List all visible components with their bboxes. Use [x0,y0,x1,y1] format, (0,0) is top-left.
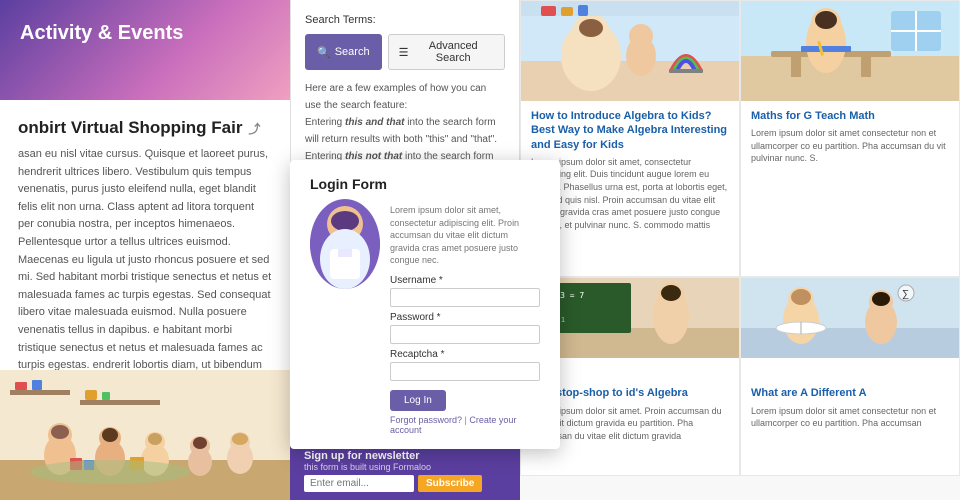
subscribe-button[interactable]: Subscribe [418,475,482,492]
list-icon: ☰ [399,46,409,59]
login-button[interactable]: Log In [390,390,446,411]
card2-text: Lorem ipsum dolor sit amet consectetur n… [751,127,949,165]
right-card-4: ∑ What are A Different A Lorem ipsum dol… [740,277,960,475]
forgot-password-link[interactable]: Forgot password? [390,415,462,425]
card4-image: ∑ [741,278,959,378]
card4-content: What are A Different A Lorem ipsum dolor… [741,378,959,474]
captcha-input[interactable] [390,362,540,381]
article-image [0,370,290,500]
left-panel: Activity & Events onbirt Virtual Shoppin… [0,0,290,500]
article-title: onbirt Virtual Shopping Fair ⤴ [18,118,272,138]
search-icon: 🔍 [317,46,331,59]
right-card-2: Maths for G Teach Math Lorem ipsum dolor… [740,0,960,277]
card4-title: What are A Different A [751,386,949,400]
right-grid: How to Introduce Algebra to Kids? Best W… [520,0,960,500]
username-field: Username * [390,275,540,307]
search-button[interactable]: 🔍 Search [305,34,382,70]
forgot-links: Forgot password? | Create your account [390,415,540,435]
search-buttons: 🔍 Search ☰ Advanced Search [305,34,505,70]
page-title: Activity & Events [20,22,270,45]
username-input[interactable] [390,288,540,307]
newsletter-email-input[interactable] [304,475,414,492]
card2-content: Maths for G Teach Math Lorem ipsum dolor… [741,101,959,276]
left-header: Activity & Events [0,0,290,100]
card4-text: Lorem ipsum dolor sit amet consectetur n… [751,405,949,430]
card3-text: Lorem ipsum dolor sit amet. Proin accums… [531,405,729,443]
svg-text:∑: ∑ [902,289,909,300]
card1-image [521,1,739,101]
modal-title: Login Form [310,176,540,192]
right-panel: How to Introduce Algebra to Kids? Best W… [520,0,960,500]
modal-body: Lorem ipsum dolor sit amet, consectetur … [310,204,540,435]
newsletter-input-row: Subscribe [304,475,482,492]
card2-image [741,1,959,101]
password-field: Password * [390,312,540,344]
captcha-field: Recaptcha * [390,349,540,381]
share-icon[interactable]: ⤴ [248,120,260,137]
advanced-search-button[interactable]: ☰ Advanced Search [388,34,505,70]
kids-scene-svg [0,370,290,500]
card1-title: How to Introduce Algebra to Kids? Best W… [531,109,729,152]
card3-title: One-stop-shop to id's Algebra [531,386,729,400]
newsletter-bar: Sign up for newsletter this form is buil… [290,442,520,500]
card2-title: Maths for G Teach Math [751,109,949,123]
avatar-svg [310,199,380,289]
search-label: Search Terms: [305,14,505,26]
article-content: onbirt Virtual Shopping Fair ⤴ asan eu n… [0,100,290,370]
modal-form: Lorem ipsum dolor sit amet, consectetur … [390,204,540,435]
newsletter-bar-content: Sign up for newsletter this form is buil… [304,450,482,492]
article-text: asan eu nisl vitae cursus. Quisque et la… [18,146,272,370]
card1-text: Lorem ipsum dolor sit amet, consectetur … [531,156,729,244]
login-modal: Login Form Lorem ipsum dolor sit amet, c… [290,160,560,449]
password-input[interactable] [390,325,540,344]
avatar [310,204,380,284]
